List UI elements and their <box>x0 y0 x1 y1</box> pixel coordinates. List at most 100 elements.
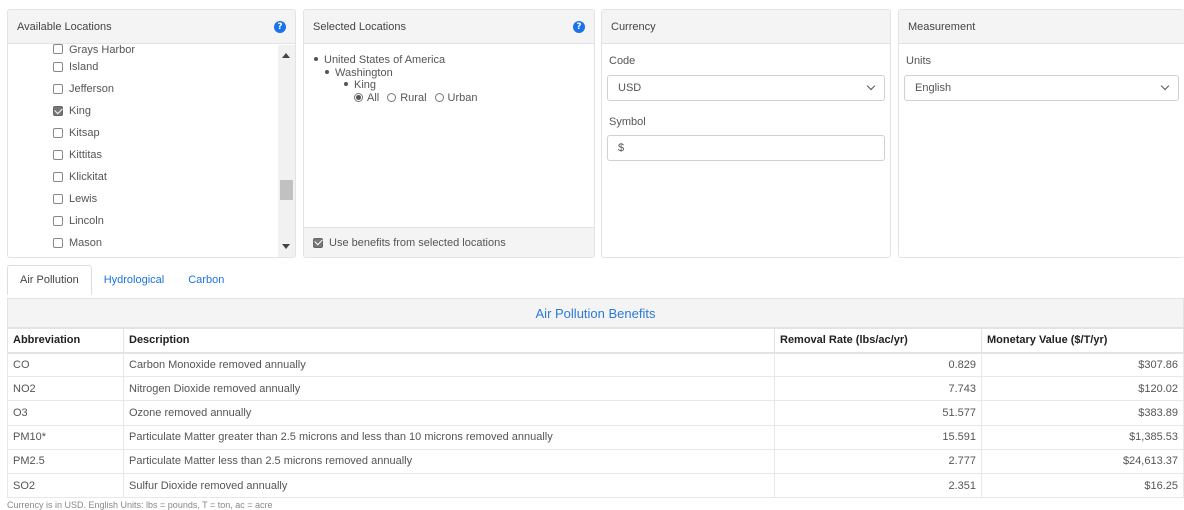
location-checkbox[interactable] <box>53 106 63 116</box>
tab-carbon[interactable]: Carbon <box>176 265 236 295</box>
location-item[interactable]: Kittitas <box>53 144 279 166</box>
col-header-abbreviation[interactable]: Abbreviation <box>7 328 124 354</box>
tree-item-country: United States of America <box>314 54 486 67</box>
cell-monetary-value: $24,613.37 <box>981 448 1184 474</box>
location-item[interactable]: Island <box>53 56 279 78</box>
currency-panel: Currency Code USD Symbol $ <box>601 9 891 258</box>
selected-location-tree: United States of America Washington King… <box>314 54 486 104</box>
col-header-monetary-value[interactable]: Monetary Value ($/T/yr) <box>981 328 1184 354</box>
cell-removal-rate: 2.777 <box>774 448 982 474</box>
cell-removal-rate: 7.743 <box>774 376 982 402</box>
use-benefits-checkbox[interactable] <box>313 237 323 248</box>
cell-description: Particulate Matter greater than 2.5 micr… <box>123 424 775 450</box>
location-checkbox[interactable] <box>53 216 63 226</box>
radio-urban[interactable] <box>434 93 444 103</box>
currency-code-select[interactable]: USD <box>607 75 885 101</box>
county-label: King <box>354 79 377 91</box>
location-checkbox[interactable] <box>53 238 63 248</box>
symbol-label: Symbol <box>609 116 646 128</box>
col-header-removal-rate[interactable]: Removal Rate (lbs/ac/yr) <box>774 328 982 354</box>
cell-description: Nitrogen Dioxide removed annually <box>123 376 775 402</box>
bullet-icon <box>325 69 329 74</box>
cell-abbreviation: PM2.5 <box>7 448 124 474</box>
air-pollution-benefits: Air Pollution Benefits Abbreviation Desc… <box>7 298 1184 499</box>
radio-rural[interactable] <box>387 93 397 103</box>
location-checkbox[interactable] <box>53 150 63 160</box>
available-locations-title: Available Locations <box>17 20 112 33</box>
cell-abbreviation: PM10* <box>7 424 124 450</box>
cell-description: Particulate Matter less than 2.5 microns… <box>123 448 775 474</box>
cell-removal-rate: 2.351 <box>774 472 982 499</box>
table-row: PM10* Particulate Matter greater than 2.5… <box>7 424 1184 450</box>
cell-description: Sulfur Dioxide removed annually <box>123 472 775 499</box>
footnote: Currency is in USD. English Units: lbs =… <box>7 500 273 510</box>
help-icon[interactable]: ? <box>274 20 286 33</box>
location-list-scrollbar[interactable] <box>278 45 295 257</box>
tree-item-state: Washington <box>314 67 486 80</box>
cell-monetary-value: $1,385.53 <box>981 424 1184 450</box>
cell-monetary-value: $120.02 <box>981 376 1184 402</box>
units-value: English <box>915 82 952 94</box>
table-row: PM2.5 Particulate Matter less than 2.5 mi… <box>7 448 1184 474</box>
location-item[interactable]: Klickitat <box>53 166 279 188</box>
benefit-tabs: Air Pollution Hydrological Carbon <box>7 265 236 295</box>
units-label: Units <box>906 55 932 67</box>
location-label: Kittitas <box>69 149 103 161</box>
use-benefits-row[interactable]: Use benefits from selected locations <box>304 227 594 257</box>
scrollbar-thumb[interactable] <box>280 180 293 200</box>
location-label: Mason <box>69 237 103 249</box>
location-item[interactable]: Kitsap <box>53 122 279 144</box>
location-item[interactable]: Lincoln <box>53 210 279 232</box>
radio-label-urban: Urban <box>447 91 478 104</box>
tab-air-pollution[interactable]: Air Pollution <box>7 265 92 295</box>
table-row: NO2 Nitrogen Dioxide removed annually 7.74… <box>7 376 1184 402</box>
location-checkbox[interactable] <box>53 44 63 54</box>
location-item[interactable]: Jefferson <box>53 78 279 100</box>
location-label: Jefferson <box>69 83 115 95</box>
help-icon[interactable]: ? <box>573 20 585 33</box>
tab-hydrological[interactable]: Hydrological <box>92 265 177 295</box>
scroll-down-icon[interactable] <box>282 244 290 249</box>
location-checkbox[interactable] <box>53 172 63 182</box>
country-label: United States of America <box>324 54 446 66</box>
table-header-row: Abbreviation Description Removal Rate (l… <box>7 328 1184 354</box>
radio-label-rural: Rural <box>400 91 427 104</box>
code-label: Code <box>609 55 636 67</box>
location-label: Lewis <box>69 193 98 205</box>
use-benefits-label: Use benefits from selected locations <box>329 236 506 249</box>
location-item[interactable]: King <box>53 100 279 122</box>
selected-locations-panel: Selected Locations ? United States of Am… <box>303 9 595 258</box>
radio-all[interactable] <box>354 93 363 103</box>
location-label: Kitsap <box>69 127 100 139</box>
currency-symbol-input[interactable]: $ <box>607 135 885 161</box>
units-select[interactable]: English <box>904 75 1179 101</box>
cell-monetary-value: $16.25 <box>981 472 1184 499</box>
cell-description: Carbon Monoxide removed annually <box>123 351 775 378</box>
selected-locations-title: Selected Locations <box>313 20 406 33</box>
available-locations-panel: Available Locations ? Grays Harbor Island… <box>7 9 296 258</box>
radio-label-all: All <box>367 91 380 104</box>
col-header-description[interactable]: Description <box>123 328 775 354</box>
location-list: Grays Harbor Island Jefferson King Kitsap Kit… <box>8 44 279 257</box>
cell-removal-rate: 51.577 <box>774 400 982 426</box>
tree-item-county: King <box>314 79 486 92</box>
location-label: Lincoln <box>69 215 104 227</box>
location-item[interactable]: Mason <box>53 232 279 254</box>
state-label: Washington <box>335 66 393 79</box>
location-item[interactable]: Lewis <box>53 188 279 210</box>
location-checkbox[interactable] <box>53 62 63 72</box>
area-type-radios: All Rural Urban <box>314 92 486 105</box>
location-label: Grays Harbor <box>69 44 136 56</box>
location-checkbox[interactable] <box>53 194 63 204</box>
location-checkbox[interactable] <box>53 84 63 94</box>
benefits-table: Abbreviation Description Removal Rate (l… <box>7 328 1184 499</box>
currency-title: Currency <box>611 20 656 33</box>
cell-monetary-value: $383.89 <box>981 400 1184 426</box>
cell-abbreviation: SO2 <box>7 472 124 499</box>
currency-header: Currency <box>602 10 890 44</box>
available-locations-header: Available Locations ? <box>8 10 295 44</box>
location-item[interactable]: Grays Harbor <box>53 44 279 56</box>
location-checkbox[interactable] <box>53 128 63 138</box>
scroll-up-icon[interactable] <box>282 53 290 58</box>
cell-abbreviation: O3 <box>7 400 124 426</box>
